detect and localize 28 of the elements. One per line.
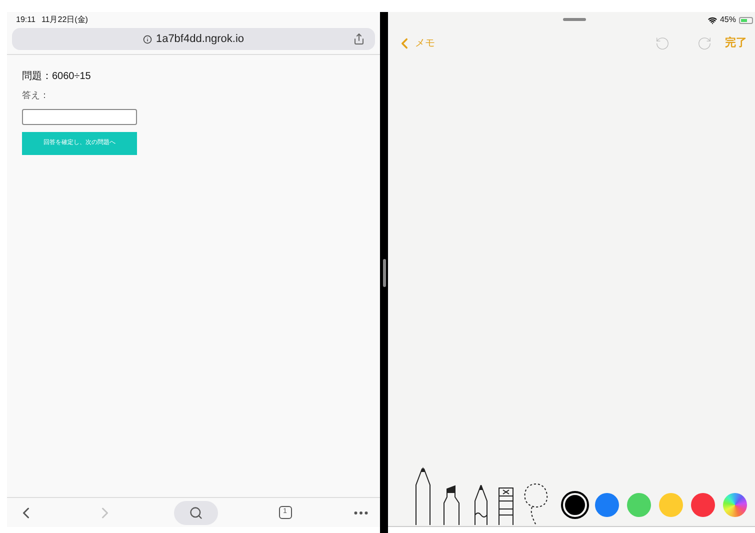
color-swatch[interactable] (563, 493, 587, 517)
search-icon (189, 506, 203, 520)
multitask-handle[interactable] (563, 18, 586, 21)
address-bar[interactable]: 1a7bf4dd.ngrok.io (12, 28, 375, 50)
lasso-icon[interactable] (523, 483, 549, 525)
answer-label: 答え： (22, 89, 49, 102)
question-text: 問題：6060÷15 (22, 70, 91, 84)
search-button[interactable] (174, 500, 218, 524)
answer-field[interactable] (22, 108, 137, 124)
battery-icon (739, 16, 753, 24)
share-icon[interactable] (353, 33, 365, 45)
color-swatch[interactable] (627, 493, 651, 517)
back-button[interactable]: メモ (396, 34, 435, 52)
wifi-icon (708, 16, 717, 24)
done-button[interactable]: 完了 (725, 34, 747, 52)
info-icon (142, 34, 152, 44)
color-swatch[interactable] (595, 493, 619, 517)
color-swatch[interactable] (691, 493, 715, 517)
eraser-icon[interactable] (498, 487, 514, 525)
color-swatch[interactable] (659, 493, 683, 517)
url-text: 1a7bf4dd.ngrok.io (156, 32, 244, 47)
split-handle[interactable] (382, 258, 386, 286)
pen-icon[interactable] (413, 467, 433, 525)
status-date: 11月22日(金) (41, 14, 88, 26)
status-time: 19:11 (16, 14, 36, 26)
color-wheel-icon[interactable] (723, 493, 747, 517)
battery-percent: 45% (720, 14, 736, 26)
pencil-icon[interactable] (473, 485, 489, 525)
